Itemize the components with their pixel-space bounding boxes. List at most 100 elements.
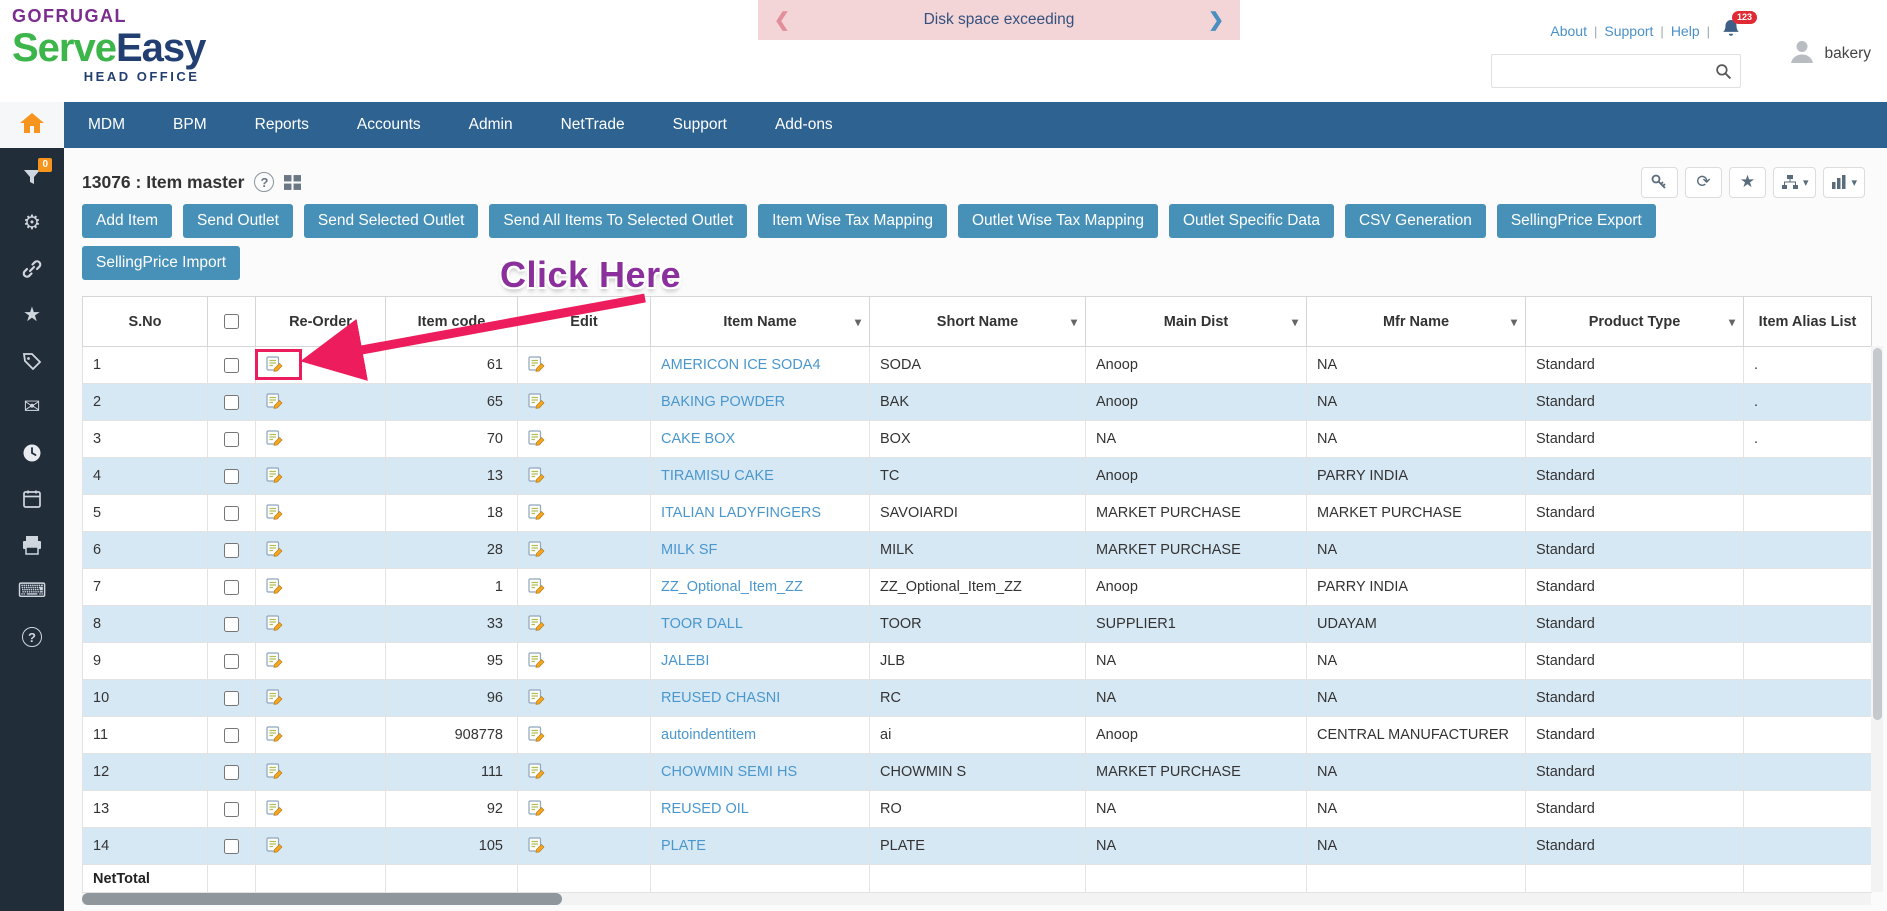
column-dropdown-icon[interactable]: ▾ bbox=[1511, 315, 1517, 329]
send-selected-outlet-button[interactable]: Send Selected Outlet bbox=[303, 204, 479, 238]
column-dropdown-icon[interactable]: ▾ bbox=[1292, 315, 1298, 329]
edit-icon[interactable] bbox=[528, 355, 545, 372]
header-link-help[interactable]: Help bbox=[1671, 23, 1700, 39]
item-name-link[interactable]: AMERICON ICE SODA4 bbox=[661, 357, 821, 373]
reorder-icon[interactable] bbox=[266, 651, 283, 668]
reorder-icon[interactable] bbox=[266, 429, 283, 446]
vertical-scrollbar-thumb[interactable] bbox=[1872, 348, 1882, 720]
item-name-link[interactable]: CAKE BOX bbox=[661, 431, 735, 447]
column-dropdown-icon[interactable]: ▾ bbox=[503, 315, 509, 329]
banner-prev-icon[interactable]: ❮ bbox=[774, 9, 790, 32]
hierarchy-dropdown-icon[interactable]: ▾ bbox=[1772, 166, 1817, 198]
edit-icon[interactable] bbox=[528, 392, 545, 409]
tag-icon[interactable] bbox=[0, 338, 64, 384]
item-name-link[interactable]: JALEBI bbox=[661, 653, 709, 669]
edit-icon[interactable] bbox=[528, 688, 545, 705]
csv-generation-button[interactable]: CSV Generation bbox=[1344, 204, 1486, 238]
sellingprice-export-button[interactable]: SellingPrice Export bbox=[1496, 204, 1656, 238]
row-checkbox[interactable] bbox=[224, 357, 239, 373]
title-help-icon[interactable]: ? bbox=[254, 172, 275, 192]
row-checkbox[interactable] bbox=[224, 764, 239, 780]
col-header-item-code[interactable]: Item code ▾ bbox=[385, 296, 518, 347]
mail-icon[interactable]: ✉ bbox=[0, 384, 64, 430]
edit-icon[interactable] bbox=[528, 836, 545, 853]
horizontal-scrollbar-thumb[interactable] bbox=[82, 893, 562, 905]
row-checkbox[interactable] bbox=[224, 801, 239, 817]
favorites-star-icon[interactable]: ★ bbox=[0, 292, 64, 338]
edit-icon[interactable] bbox=[528, 614, 545, 631]
item-name-link[interactable]: PLATE bbox=[661, 838, 706, 854]
col-header-item-name[interactable]: Item Name ▾ bbox=[650, 296, 870, 347]
print-icon[interactable] bbox=[0, 522, 64, 568]
edit-icon[interactable] bbox=[528, 577, 545, 594]
edit-icon[interactable] bbox=[528, 503, 545, 520]
reorder-icon[interactable] bbox=[266, 762, 283, 779]
column-dropdown-icon[interactable]: ▾ bbox=[1729, 315, 1735, 329]
col-header-short-name[interactable]: Short Name ▾ bbox=[869, 296, 1086, 347]
reorder-icon[interactable] bbox=[266, 392, 283, 409]
col-header-main-dist[interactable]: Main Dist ▾ bbox=[1085, 296, 1307, 347]
refresh-icon[interactable]: ⟳ bbox=[1684, 166, 1722, 198]
reorder-icon[interactable] bbox=[266, 799, 283, 816]
add-item-button[interactable]: Add Item bbox=[82, 204, 173, 238]
edit-icon[interactable] bbox=[528, 466, 545, 483]
reorder-icon[interactable] bbox=[266, 577, 283, 594]
reorder-icon[interactable] bbox=[266, 355, 283, 372]
row-checkbox[interactable] bbox=[224, 653, 239, 669]
nav-item-mdm[interactable]: MDM bbox=[64, 102, 149, 148]
filter-icon[interactable]: 0 bbox=[0, 154, 64, 200]
row-checkbox[interactable] bbox=[224, 690, 239, 706]
favorite-icon[interactable]: ★ bbox=[1728, 166, 1766, 198]
edit-icon[interactable] bbox=[528, 429, 545, 446]
item-name-link[interactable]: autoindentitem bbox=[661, 727, 756, 743]
select-all-checkbox[interactable] bbox=[224, 314, 239, 330]
help-icon[interactable]: ? bbox=[0, 614, 64, 660]
sellingprice-import-button[interactable]: SellingPrice Import bbox=[82, 246, 241, 280]
keyboard-icon[interactable]: ⌨ bbox=[0, 568, 64, 614]
outlet-wise-tax-mapping-button[interactable]: Outlet Wise Tax Mapping bbox=[957, 204, 1158, 238]
item-name-link[interactable]: REUSED OIL bbox=[661, 801, 749, 817]
reorder-icon[interactable] bbox=[266, 614, 283, 631]
col-header-mfr-name[interactable]: Mfr Name ▾ bbox=[1306, 296, 1526, 347]
edit-icon[interactable] bbox=[528, 651, 545, 668]
nav-item-bpm[interactable]: BPM bbox=[149, 102, 231, 148]
edit-icon[interactable] bbox=[528, 799, 545, 816]
item-wise-tax-mapping-button[interactable]: Item Wise Tax Mapping bbox=[758, 204, 947, 238]
row-checkbox[interactable] bbox=[224, 727, 239, 743]
item-name-link[interactable]: TOOR DALL bbox=[661, 616, 743, 632]
banner-next-icon[interactable]: ❯ bbox=[1208, 9, 1224, 32]
row-checkbox[interactable] bbox=[224, 838, 239, 854]
edit-icon[interactable] bbox=[528, 540, 545, 557]
column-dropdown-icon[interactable]: ▾ bbox=[855, 315, 861, 329]
nav-item-admin[interactable]: Admin bbox=[445, 102, 537, 148]
edit-icon[interactable] bbox=[528, 762, 545, 779]
header-link-support[interactable]: Support bbox=[1604, 23, 1653, 39]
calendar-icon[interactable] bbox=[0, 476, 64, 522]
row-checkbox[interactable] bbox=[224, 616, 239, 632]
reorder-icon[interactable] bbox=[266, 725, 283, 742]
row-checkbox[interactable] bbox=[224, 579, 239, 595]
row-checkbox[interactable] bbox=[224, 505, 239, 521]
link-icon[interactable] bbox=[0, 246, 64, 292]
reorder-icon[interactable] bbox=[266, 836, 283, 853]
item-name-link[interactable]: ZZ_Optional_Item_ZZ bbox=[661, 579, 803, 595]
row-checkbox[interactable] bbox=[224, 431, 239, 447]
nav-item-nettrade[interactable]: NetTrade bbox=[537, 102, 649, 148]
nav-item-support[interactable]: Support bbox=[649, 102, 751, 148]
search-icon[interactable] bbox=[1715, 63, 1732, 80]
item-name-link[interactable]: REUSED CHASNI bbox=[661, 690, 780, 706]
nav-home-button[interactable] bbox=[0, 102, 64, 148]
reorder-icon[interactable] bbox=[266, 503, 283, 520]
edit-icon[interactable] bbox=[528, 725, 545, 742]
user-menu[interactable]: bakery bbox=[1787, 36, 1871, 71]
clock-icon[interactable] bbox=[0, 430, 64, 476]
search-input[interactable] bbox=[1500, 63, 1715, 79]
header-link-about[interactable]: About bbox=[1550, 23, 1587, 39]
item-name-link[interactable]: ITALIAN LADYFINGERS bbox=[661, 505, 821, 521]
settings-gear-icon[interactable]: ⚙ bbox=[0, 200, 64, 246]
settings-key-icon[interactable] bbox=[1640, 166, 1678, 198]
nav-item-reports[interactable]: Reports bbox=[231, 102, 333, 148]
item-name-link[interactable]: CHOWMIN SEMI HS bbox=[661, 764, 797, 780]
item-name-link[interactable]: BAKING POWDER bbox=[661, 394, 785, 410]
col-header-product-type[interactable]: Product Type ▾ bbox=[1525, 296, 1744, 347]
